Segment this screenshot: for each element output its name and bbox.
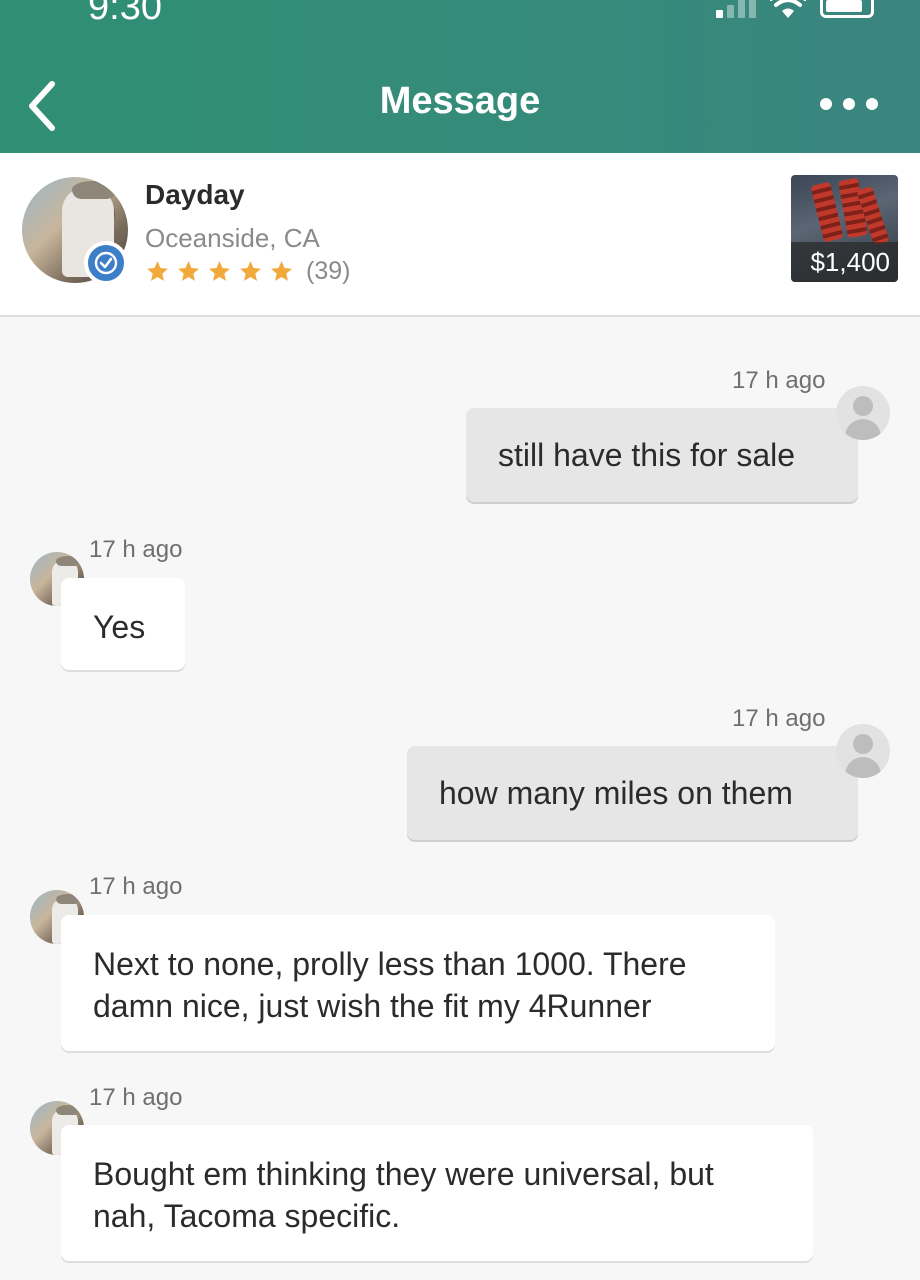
message-text: Yes [93, 609, 146, 645]
shield-check-icon [94, 251, 118, 275]
message-time: 17 h ago [89, 536, 183, 563]
more-options-button[interactable] [820, 93, 878, 115]
incoming-message-bubble: Yes [61, 578, 185, 670]
star-icon [271, 261, 292, 281]
seller-location: Oceanside, CA [145, 223, 320, 253]
incoming-message-bubble: Bought em thinking they were universal, … [61, 1125, 813, 1261]
star-icon [178, 261, 199, 281]
incoming-message-bubble: Next to none, prolly less than 1000. The… [61, 915, 775, 1051]
message-time: 17 h ago [89, 873, 183, 900]
cellular-signal-icon [716, 0, 756, 18]
outgoing-message-bubble: still have this for sale [466, 408, 858, 502]
seller-name[interactable]: Dayday [145, 179, 245, 211]
star-icon [209, 261, 230, 281]
message-time: 17 h ago [732, 367, 826, 394]
listing-price: $1,400 [791, 242, 898, 282]
message-time: 17 h ago [89, 1084, 183, 1111]
listing-thumbnail[interactable]: $1,400 [791, 175, 898, 282]
outgoing-message-bubble: how many miles on them [407, 746, 858, 840]
status-bar-time: 9:30 [88, 0, 162, 28]
page-title: Message [379, 80, 541, 122]
wifi-icon [770, 0, 806, 18]
rating-count: (39) [306, 257, 351, 285]
status-bar-icons [716, 0, 874, 24]
seller-card[interactable]: Dayday Oceanside, CA (39) $1,400 [0, 153, 920, 317]
app-header: 9:30 Message [0, 0, 920, 153]
message-text: still have this for sale [498, 437, 796, 473]
message-text: Next to none, prolly less than 1000. The… [93, 946, 687, 1024]
verified-badge [84, 241, 128, 285]
message-text: Bought em thinking they were universal, … [93, 1156, 714, 1234]
more-horizontal-icon [820, 98, 832, 110]
user-avatar-placeholder [836, 724, 890, 778]
star-icon [147, 261, 168, 281]
star-icon [240, 261, 261, 281]
seller-rating: (39) [145, 257, 350, 286]
message-time: 17 h ago [732, 705, 826, 732]
user-avatar-placeholder [836, 386, 890, 440]
battery-icon [820, 0, 874, 18]
message-text: how many miles on them [439, 775, 793, 811]
